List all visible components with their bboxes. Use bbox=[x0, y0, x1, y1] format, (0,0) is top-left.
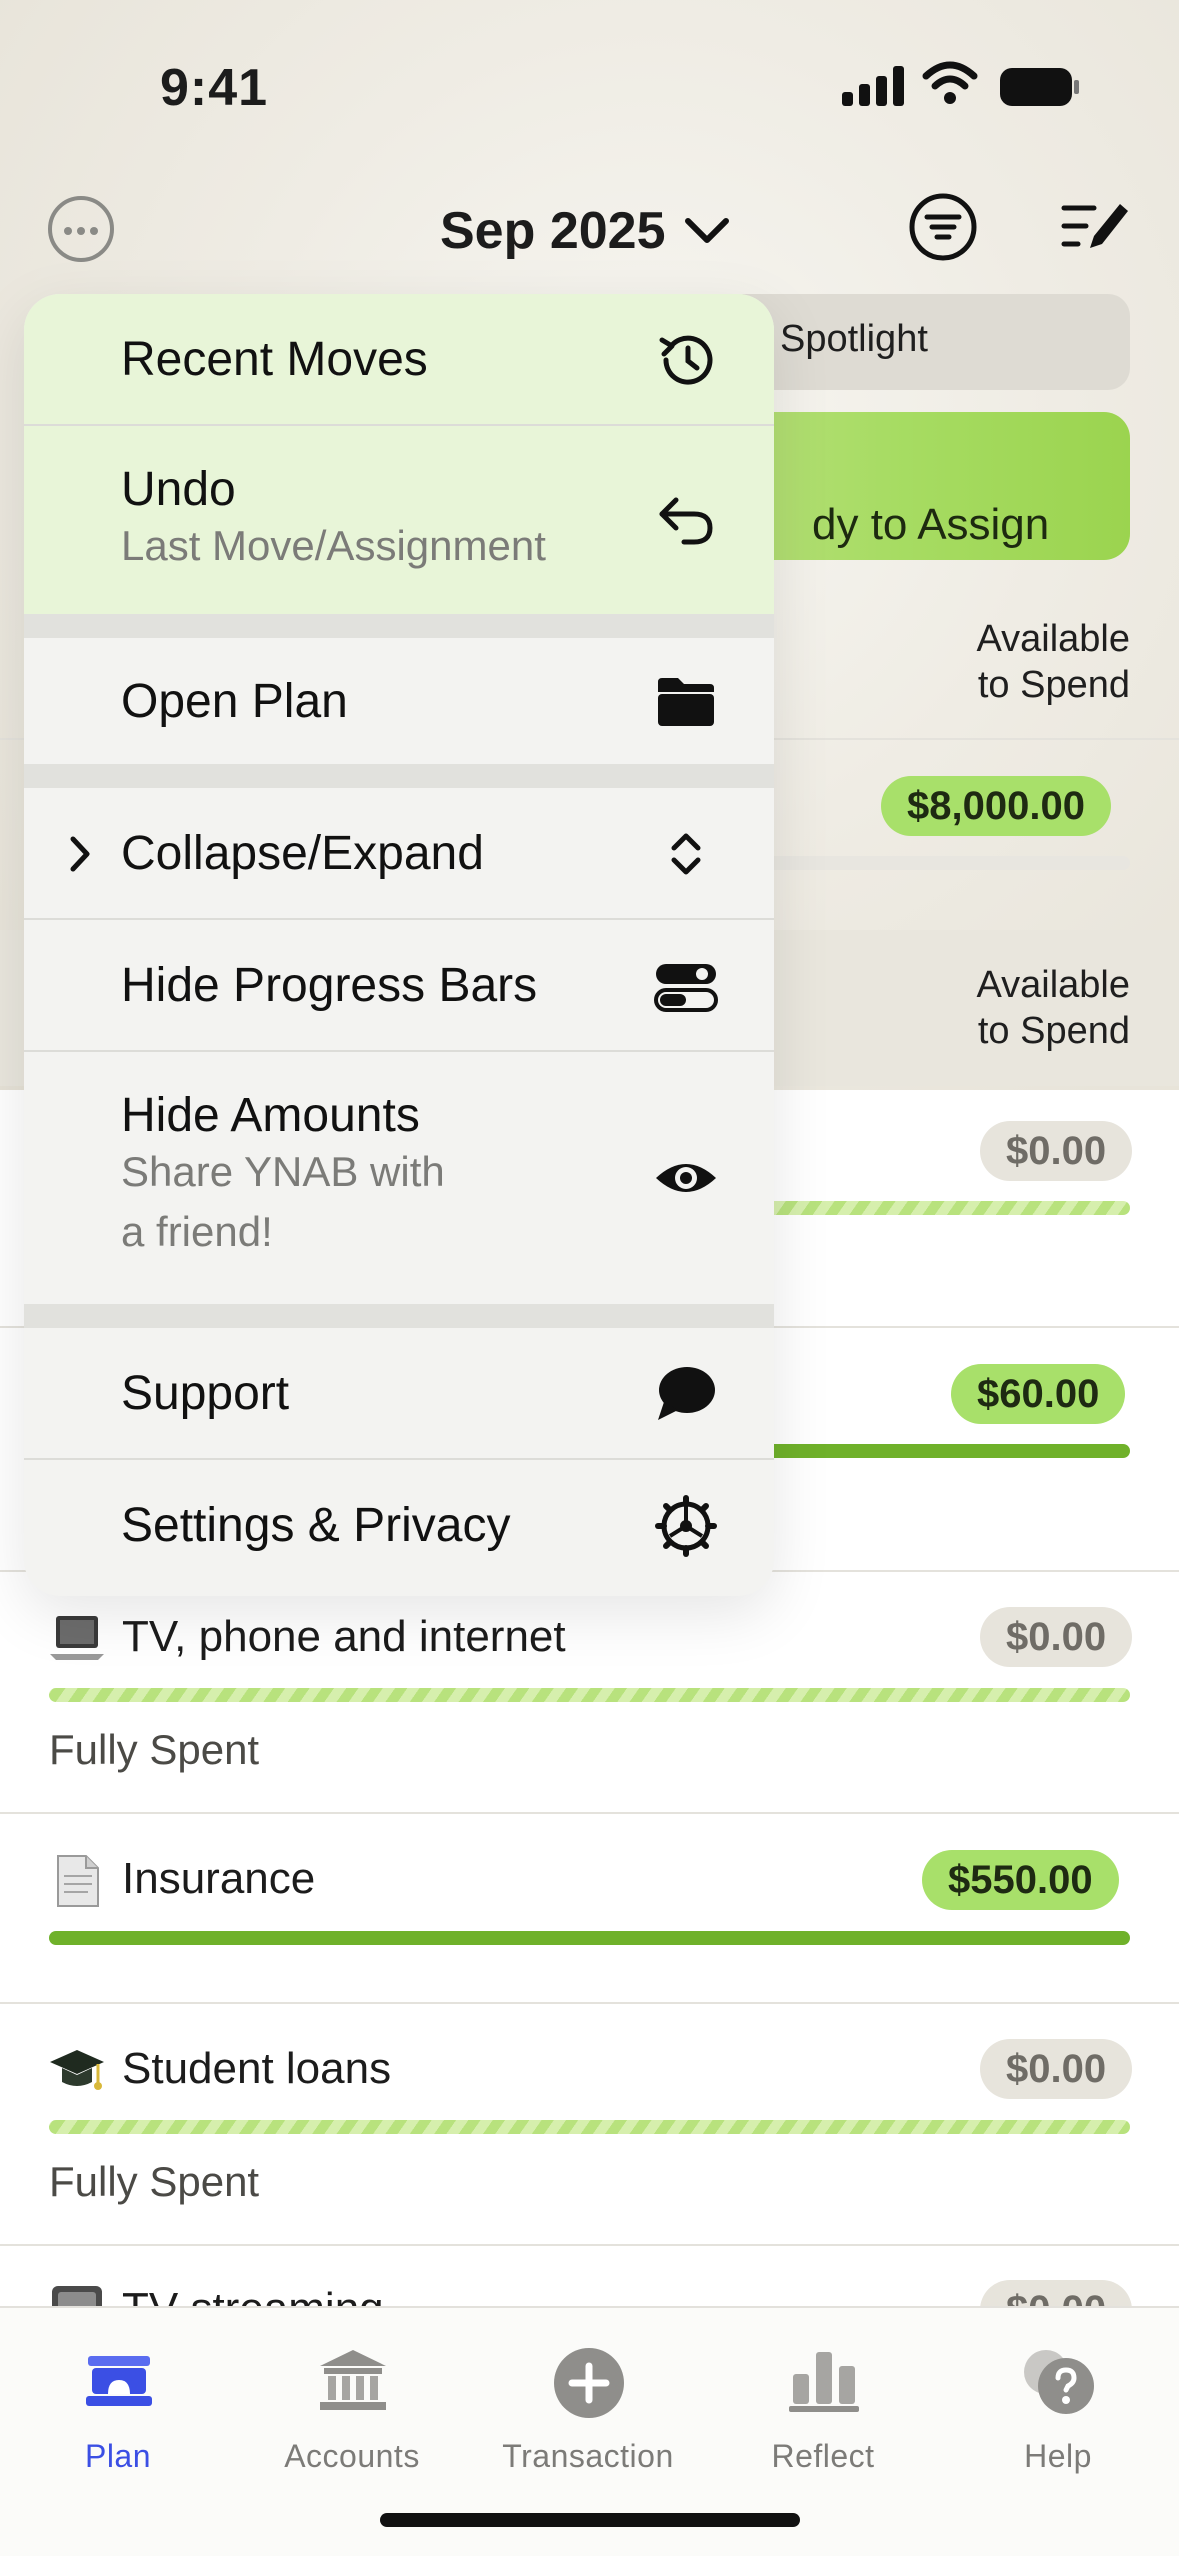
menu-item-open-plan[interactable]: Open Plan bbox=[24, 638, 774, 764]
menu-item-label: Recent Moves bbox=[121, 333, 428, 386]
cellular-signal-icon bbox=[842, 66, 906, 106]
divider bbox=[0, 2002, 1179, 2004]
menu-item-undo[interactable]: Undo Last Move/Assignment bbox=[24, 426, 774, 614]
category-name[interactable]: TV, phone and internet bbox=[122, 1612, 566, 1662]
status-time: 9:41 bbox=[160, 59, 269, 117]
group-available-pill[interactable]: $8,000.00 bbox=[881, 776, 1111, 836]
column-header-available: Available to Spend bbox=[976, 618, 1130, 706]
tab-label: Plan bbox=[84, 2438, 152, 2474]
menu-item-recent-moves[interactable]: Recent Moves bbox=[24, 294, 774, 426]
menu-section-gap bbox=[24, 1304, 774, 1328]
folder-icon bbox=[658, 678, 714, 726]
tab-accounts[interactable]: Accounts bbox=[252, 2328, 452, 2478]
category-available-pill[interactable]: $60.00 bbox=[951, 1364, 1126, 1424]
edit-list-icon[interactable] bbox=[1060, 196, 1130, 258]
graduation-cap-icon bbox=[50, 2050, 104, 2090]
category-status: Fully Spent bbox=[49, 2158, 260, 2205]
laptop-icon bbox=[50, 1616, 104, 1660]
category-progress-bar bbox=[49, 1688, 1130, 1702]
category-available-pill[interactable]: $0.00 bbox=[980, 1607, 1133, 1667]
battery-icon bbox=[1000, 68, 1080, 106]
status-bar: 9:41 bbox=[0, 0, 1179, 170]
menu-item-hide-amounts[interactable]: Hide Amounts Share YNAB with a friend! bbox=[24, 1052, 774, 1304]
plan-icon bbox=[86, 2356, 152, 2406]
menu-item-collapse-expand[interactable]: Collapse/Expand bbox=[24, 788, 774, 920]
menu-item-hide-progress-bars[interactable]: Hide Progress Bars bbox=[24, 920, 774, 1052]
column-header-available-2: Available to Spend bbox=[976, 964, 1130, 1052]
menu-item-label: Settings & Privacy bbox=[121, 1499, 511, 1552]
filter-icon[interactable] bbox=[908, 192, 978, 262]
menu-section-gap bbox=[24, 614, 774, 638]
category-name[interactable]: Student loans bbox=[122, 2044, 391, 2094]
tab-label: Transaction bbox=[502, 2438, 674, 2474]
category-progress-bar bbox=[49, 2120, 1130, 2134]
tab-label: Reflect bbox=[771, 2438, 875, 2474]
category-available-pill[interactable]: $0.00 bbox=[980, 1121, 1133, 1181]
options-menu: Recent Moves Undo Last Move/Assignment O… bbox=[24, 294, 774, 1596]
chevron-right-icon bbox=[70, 836, 90, 872]
tab-reflect[interactable]: Reflect bbox=[723, 2328, 923, 2478]
bank-icon bbox=[320, 2350, 386, 2410]
menu-item-label: Support bbox=[121, 1367, 290, 1420]
divider bbox=[0, 1812, 1179, 1814]
tab-transaction[interactable]: Transaction bbox=[488, 2328, 688, 2478]
menu-item-subtitle-2: a friend! bbox=[121, 1208, 273, 1255]
menu-section-gap bbox=[24, 764, 774, 788]
month-label: Sep 2025 bbox=[440, 202, 666, 260]
undo-arrow-icon bbox=[659, 497, 713, 545]
category-available-pill[interactable]: $0.00 bbox=[980, 2039, 1133, 2099]
home-indicator bbox=[380, 2513, 800, 2527]
chat-bubble-icon bbox=[658, 1367, 715, 1420]
gear-icon bbox=[655, 1495, 717, 1557]
divider bbox=[0, 2244, 1179, 2246]
tab-label: Accounts bbox=[284, 2438, 420, 2474]
menu-item-label: Collapse/Expand bbox=[121, 827, 484, 880]
menu-item-label: Hide Progress Bars bbox=[121, 959, 538, 1012]
toggles-icon bbox=[654, 964, 718, 1012]
month-selector[interactable]: Sep 2025 bbox=[440, 196, 730, 266]
menu-item-subtitle: Share YNAB with bbox=[121, 1148, 445, 1195]
menu-item-settings-privacy[interactable]: Settings & Privacy bbox=[24, 1460, 774, 1596]
menu-item-label: Hide Amounts bbox=[121, 1089, 420, 1142]
wifi-icon bbox=[922, 61, 978, 104]
spotlight-label: Spotlight bbox=[780, 318, 928, 360]
menu-item-label: Open Plan bbox=[121, 675, 348, 728]
category-status: Fully Spent bbox=[49, 1726, 260, 1773]
bar-chart-icon bbox=[789, 2352, 859, 2412]
tab-label: Help bbox=[1024, 2438, 1092, 2474]
document-icon bbox=[57, 1855, 99, 1907]
chevron-down-icon bbox=[684, 218, 729, 243]
plus-circle-icon bbox=[554, 2348, 624, 2418]
category-progress-bar bbox=[49, 1931, 1130, 1945]
more-options-button[interactable] bbox=[48, 196, 114, 262]
category-available-pill[interactable]: $550.00 bbox=[922, 1850, 1119, 1910]
menu-item-support[interactable]: Support bbox=[24, 1328, 774, 1460]
tab-help[interactable]: Help bbox=[958, 2328, 1158, 2478]
eye-icon bbox=[656, 1164, 716, 1192]
expand-collapse-icon bbox=[671, 833, 701, 875]
menu-item-subtitle: Last Move/Assignment bbox=[121, 522, 546, 569]
help-bubble-icon bbox=[1024, 2350, 1094, 2414]
menu-item-label: Undo bbox=[121, 463, 236, 516]
history-icon bbox=[659, 335, 713, 385]
tab-plan[interactable]: Plan bbox=[18, 2328, 218, 2478]
category-name[interactable]: Insurance bbox=[122, 1854, 315, 1904]
